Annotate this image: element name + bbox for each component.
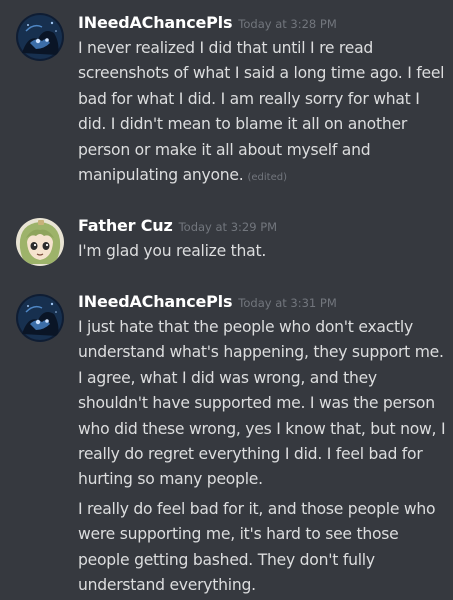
author-name[interactable]: Father Cuz	[78, 216, 173, 235]
dark-blue-creature-icon	[16, 294, 64, 342]
user-avatar[interactable]	[16, 13, 64, 61]
message-header: Father Cuz Today at 3:29 PM	[78, 216, 450, 238]
user-avatar[interactable]	[16, 294, 64, 342]
author-name[interactable]: INeedAChancePls	[78, 292, 232, 311]
message-header: INeedAChancePls Today at 3:28 PM	[78, 13, 450, 35]
timestamp: Today at 3:31 PM	[238, 296, 337, 310]
message-content: INeedAChancePls Today at 3:31 PM I just h…	[78, 292, 450, 598]
message-body: I never realized I did that until I re r…	[78, 39, 445, 185]
edited-label: (edited)	[247, 172, 287, 184]
message-content: Father Cuz Today at 3:29 PM I'm glad you …	[78, 216, 450, 264]
timestamp: Today at 3:29 PM	[178, 220, 278, 234]
dark-blue-creature-icon	[16, 13, 64, 61]
message-header: INeedAChancePls Today at 3:31 PM	[78, 292, 450, 314]
author-name[interactable]: INeedAChancePls	[78, 13, 232, 32]
user-avatar[interactable]	[16, 218, 64, 266]
chat-messages: INeedAChancePls Today at 3:28 PM I never …	[0, 0, 453, 600]
message-content: INeedAChancePls Today at 3:28 PM I never …	[78, 13, 450, 190]
timestamp: Today at 3:28 PM	[238, 17, 337, 31]
message-text: I'm glad you realize that.	[78, 242, 267, 260]
message-text: I really do feel bad for it, and those p…	[78, 499, 436, 595]
message-text: I never realized I did that until I re r…	[78, 36, 450, 190]
anime-girl-icon	[16, 218, 64, 266]
message-text: I just hate that the people who don't ex…	[78, 318, 446, 489]
